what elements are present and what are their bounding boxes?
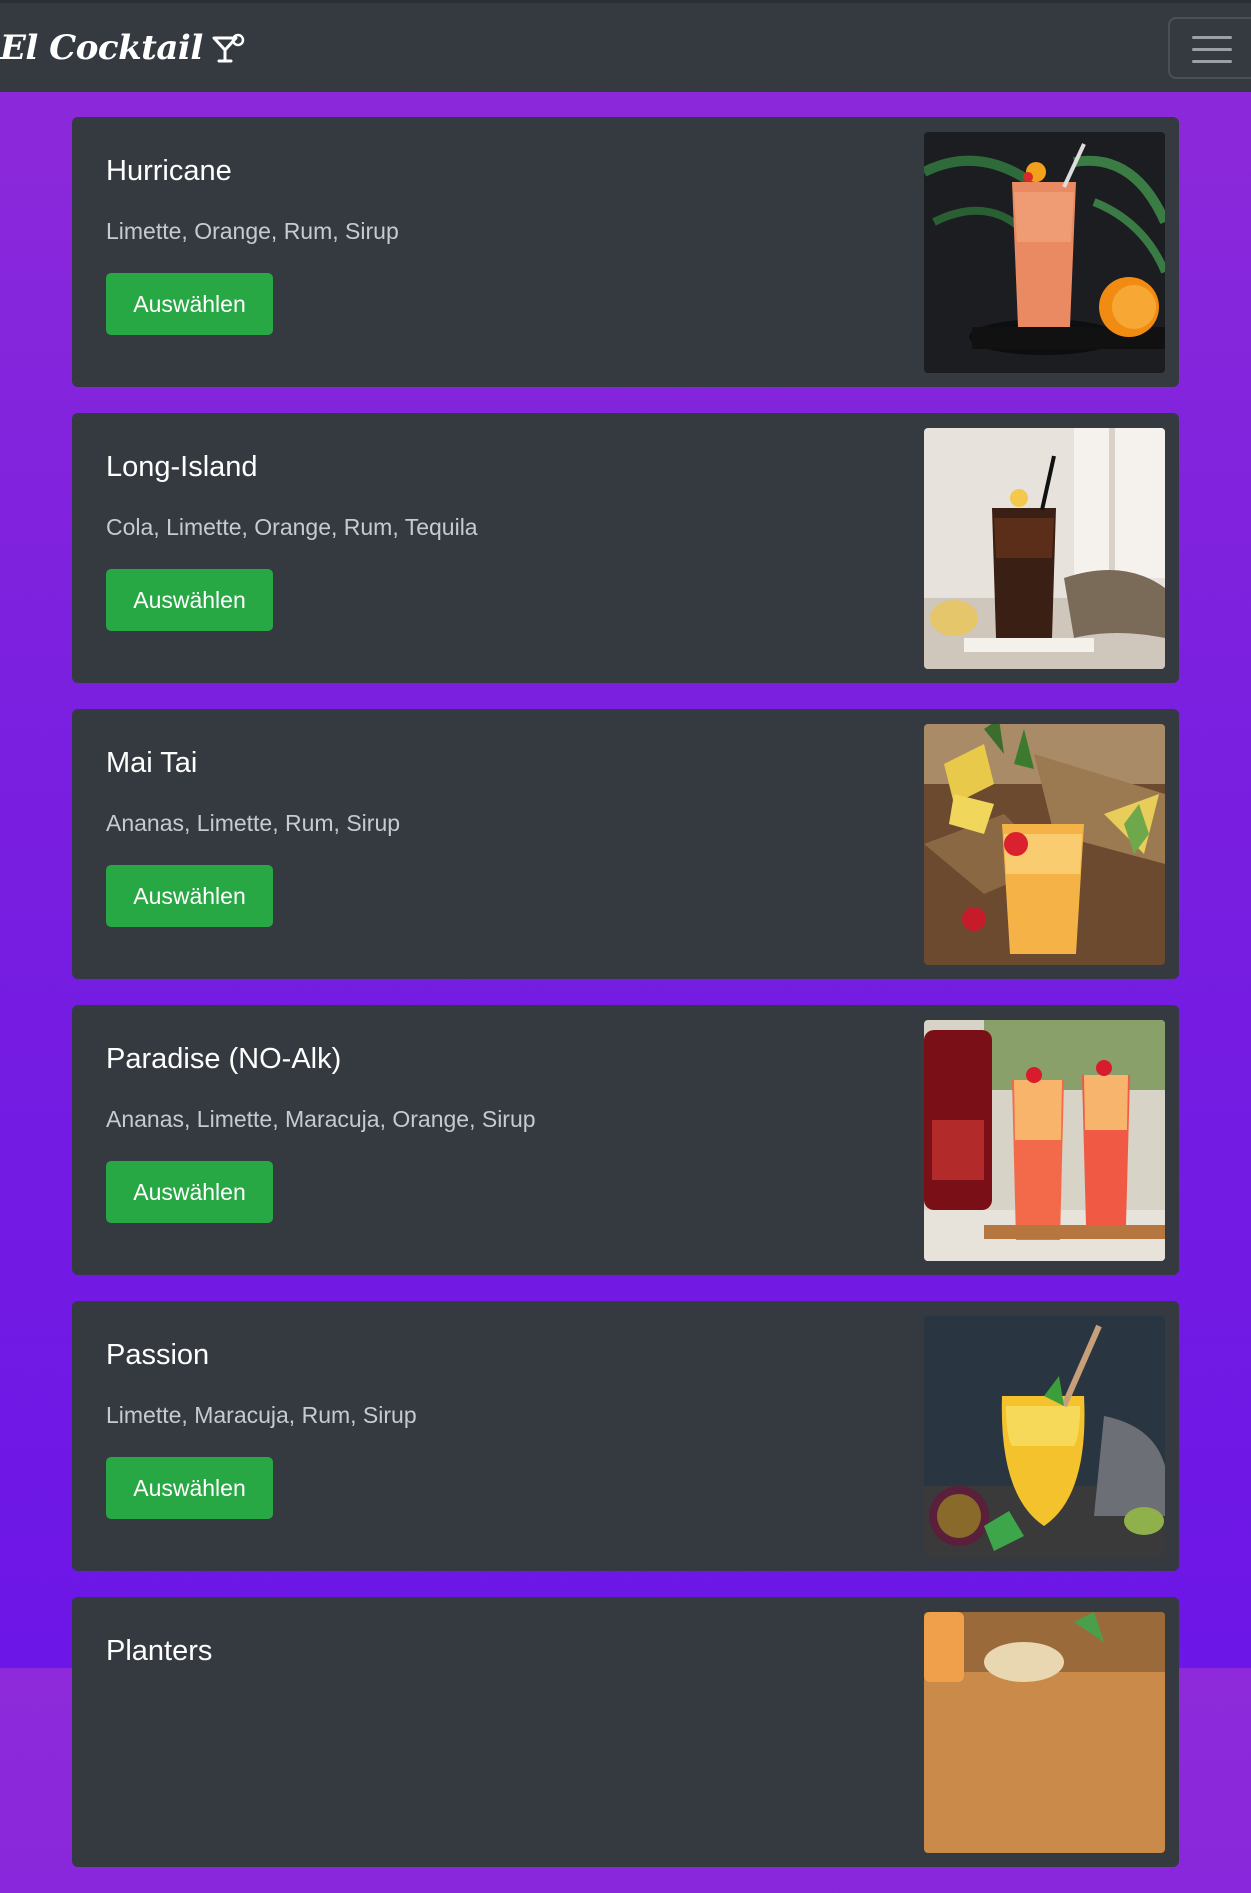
cocktail-image [924,428,1165,669]
cocktail-image [924,1020,1165,1261]
cocktail-name: Passion [106,1339,210,1371]
cocktail-card: Passion Limette, Maracuja, Rum, Sirup Au… [72,1301,1179,1571]
cocktail-image [924,1316,1165,1557]
navbar: El Cocktail [0,0,1251,92]
cocktail-name: Hurricane [106,155,232,187]
menu-toggle-button[interactable] [1168,17,1251,79]
cocktail-image [924,132,1165,373]
cocktail-card: Planters [72,1597,1179,1867]
select-button[interactable]: Auswählen [106,569,273,631]
select-button[interactable]: Auswählen [106,1161,273,1223]
select-button[interactable]: Auswählen [106,865,273,927]
cocktail-name: Mai Tai [106,747,198,779]
hamburger-menu-icon [1192,36,1232,64]
brand-logo[interactable]: El Cocktail [0,23,245,73]
cocktail-ingredients: Ananas, Limette, Maracuja, Orange, Sirup [106,1106,536,1132]
cocktail-card: Paradise (NO-Alk) Ananas, Limette, Marac… [72,1005,1179,1275]
cocktail-ingredients: Cola, Limette, Orange, Rum, Tequila [106,514,478,540]
cocktail-card: Mai Tai Ananas, Limette, Rum, Sirup Ausw… [72,709,1179,979]
cocktail-card: Hurricane Limette, Orange, Rum, Sirup Au… [72,117,1179,387]
cocktail-name: Long-Island [106,451,258,483]
cocktail-ingredients: Limette, Maracuja, Rum, Sirup [106,1402,417,1428]
cocktail-name: Paradise (NO-Alk) [106,1043,342,1075]
cocktail-image [924,724,1165,965]
select-button[interactable]: Auswählen [106,1457,273,1519]
cocktail-ingredients: Limette, Orange, Rum, Sirup [106,218,399,244]
cocktail-glass-icon [212,33,244,63]
select-button[interactable]: Auswählen [106,273,273,335]
cocktail-card: Long-Island Cola, Limette, Orange, Rum, … [72,413,1179,683]
cocktail-image [924,1612,1165,1853]
cocktail-list: Hurricane Limette, Orange, Rum, Sirup Au… [72,117,1179,1893]
cocktail-name: Planters [106,1635,213,1667]
cocktail-ingredients: Ananas, Limette, Rum, Sirup [106,810,401,836]
brand-name: El Cocktail [0,28,203,68]
